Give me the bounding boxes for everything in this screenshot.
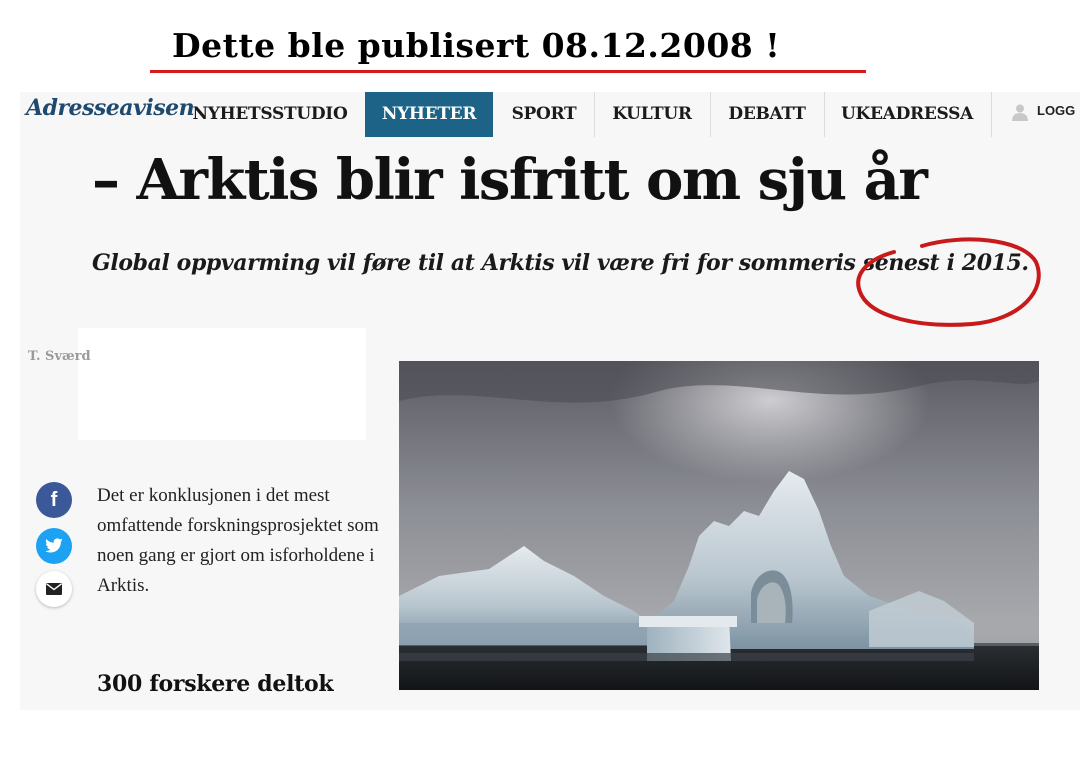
facebook-icon[interactable]: f — [36, 482, 72, 518]
article-lede: Det er konklusjonen i det mest omfattend… — [97, 485, 379, 596]
caption-underline — [150, 70, 866, 73]
twitter-icon[interactable] — [36, 528, 72, 564]
login-link[interactable]: LOGG — [1037, 103, 1075, 118]
red-annotation-circle — [856, 237, 1041, 327]
nav-divider — [710, 92, 711, 137]
nav-item-nyheter[interactable]: NYHETER — [365, 92, 493, 137]
nav-divider — [594, 92, 595, 137]
article-photo — [399, 361, 1039, 690]
nav-item-kultur[interactable]: KULTUR — [597, 92, 707, 137]
nav-item-nyhetsstudio[interactable]: NYHETSSTUDIO — [178, 92, 362, 137]
nav-divider — [991, 92, 992, 137]
mail-icon[interactable] — [36, 571, 72, 607]
user-icon[interactable] — [1010, 102, 1030, 122]
nav-item-sport[interactable]: SPORT — [497, 92, 591, 137]
nav-item-debatt[interactable]: DEBATT — [713, 92, 821, 137]
publication-date-caption: Dette ble publisert 08.12.2008 ! — [172, 26, 781, 65]
nav-item-ukeadressa[interactable]: UKEADRESSA — [827, 92, 987, 137]
byline-box — [78, 328, 366, 440]
site-logo[interactable]: Adresseavisen — [26, 95, 195, 121]
nav-divider — [824, 92, 825, 137]
iceberg-photo — [399, 361, 1039, 690]
article-headline: – Arktis blir isfritt om sju år — [92, 147, 928, 213]
byline: T. Sværd — [28, 349, 91, 364]
section-heading: 300 forskere deltok — [97, 671, 334, 697]
